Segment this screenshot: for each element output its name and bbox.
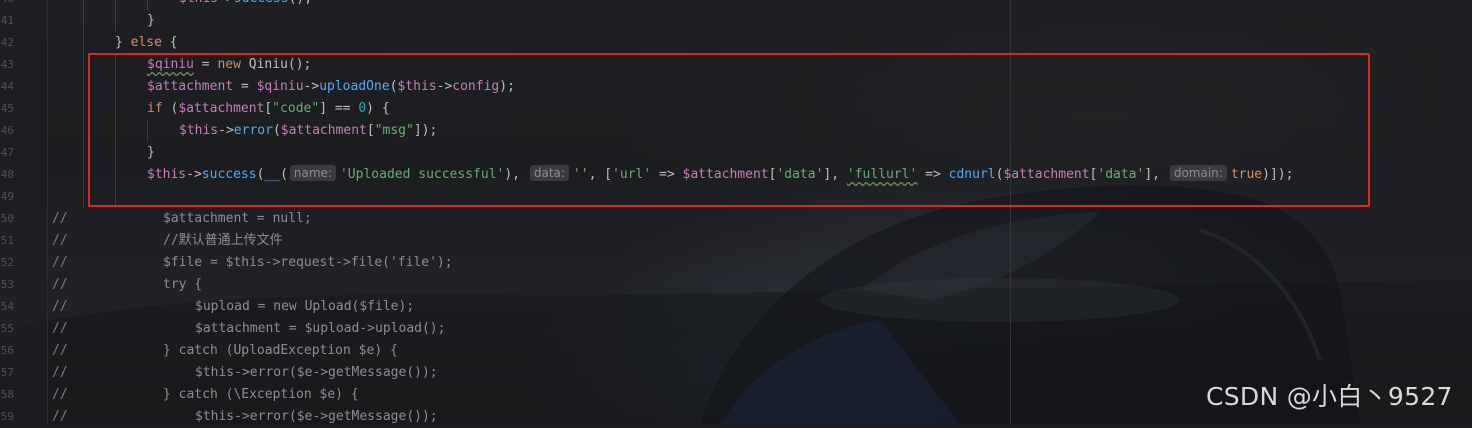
code-line[interactable]: 52 // $file = $this->request->file('file')… xyxy=(0,252,1472,274)
code-token: //默认普通上传文件 xyxy=(163,233,283,248)
code-token: $attachment = $upload->upload(); xyxy=(195,321,446,336)
code-text[interactable]: $upload = new Upload($file); xyxy=(195,296,414,318)
code-text[interactable]: $this->error($e->getMessage()); xyxy=(195,362,438,384)
code-token: try { xyxy=(163,277,203,292)
line-number: 54 xyxy=(0,300,14,313)
indent-guide xyxy=(83,76,84,98)
code-token: { xyxy=(161,35,178,50)
indent-guide xyxy=(83,0,84,10)
code-line[interactable]: 53 // try { xyxy=(0,274,1472,296)
line-number: 53 xyxy=(0,278,14,291)
indent-guide xyxy=(83,98,84,120)
comment-marker: // xyxy=(52,343,68,358)
line-number: 51 xyxy=(0,234,14,247)
indent-guide xyxy=(115,0,116,10)
code-text[interactable]: $this->success(); xyxy=(179,0,312,10)
code-line[interactable]: 51 // //默认普通上传文件 xyxy=(0,230,1472,252)
line-number: 56 xyxy=(0,344,14,357)
code-token: (); xyxy=(289,0,312,6)
code-text[interactable]: } catch (\Exception $e) { xyxy=(163,384,359,406)
code-token: } xyxy=(115,35,131,50)
line-number: 48 xyxy=(0,168,14,181)
line-number: 59 xyxy=(0,410,14,423)
comment-marker: // xyxy=(52,321,68,336)
code-token: } catch (UploadException $e) { xyxy=(163,343,398,358)
code-text[interactable]: $attachment = null; xyxy=(163,208,312,230)
code-token: $attachment = null; xyxy=(163,211,312,226)
code-line[interactable]: 41} xyxy=(0,10,1472,32)
code-line[interactable]: 55 // $attachment = $upload->upload(); xyxy=(0,318,1472,340)
line-number: 40 xyxy=(0,0,14,10)
code-token: } xyxy=(147,13,155,28)
code-token: $this->error($e->getMessage()); xyxy=(195,365,438,380)
code-text[interactable]: } xyxy=(147,10,155,32)
comment-marker: // xyxy=(52,299,68,314)
code-token: $upload = new Upload($file); xyxy=(195,299,415,314)
code-line[interactable]: 40 $this->success(); xyxy=(0,0,1472,10)
comment-marker: // xyxy=(52,387,68,402)
code-token: $this->error($e->getMessage()); xyxy=(195,409,438,424)
indent-guide xyxy=(83,164,84,186)
line-number: 45 xyxy=(0,102,14,115)
line-number: 41 xyxy=(0,14,14,27)
csdn-watermark: CSDN @小白丶9527 xyxy=(1206,382,1453,411)
indent-guide xyxy=(83,10,84,32)
code-text[interactable]: } else { xyxy=(115,32,178,54)
code-token: $file = $this->request->file('file'); xyxy=(163,255,453,270)
line-number: 46 xyxy=(0,124,14,137)
comment-marker: // xyxy=(52,233,68,248)
indent-guide xyxy=(147,0,148,10)
line-number: 55 xyxy=(0,322,14,335)
code-line[interactable]: 54 // $upload = new Upload($file); xyxy=(0,296,1472,318)
indent-guide xyxy=(83,32,84,54)
indent-guide xyxy=(83,186,84,208)
indent-guide xyxy=(83,120,84,142)
indent-guide xyxy=(83,54,84,76)
line-number: 49 xyxy=(0,190,14,203)
code-token: else xyxy=(130,35,162,50)
code-token: -> xyxy=(218,0,234,6)
code-token: } catch (\Exception $e) { xyxy=(163,387,359,402)
line-number: 58 xyxy=(0,388,14,401)
code-text[interactable]: } catch (UploadException $e) { xyxy=(163,340,398,362)
comment-marker: // xyxy=(52,211,68,226)
code-text[interactable]: $file = $this->request->file('file'); xyxy=(163,252,453,274)
line-number: 42 xyxy=(0,36,14,49)
code-line[interactable]: 42} else { xyxy=(0,32,1472,54)
indent-guide xyxy=(83,142,84,164)
line-number: 43 xyxy=(0,58,14,71)
code-line[interactable]: 50 // $attachment = null; xyxy=(0,208,1472,230)
line-number: 44 xyxy=(0,80,14,93)
indent-guide xyxy=(115,10,116,32)
line-number: 52 xyxy=(0,256,14,269)
comment-marker: // xyxy=(52,277,68,292)
code-text[interactable]: $attachment = $upload->upload(); xyxy=(195,318,445,340)
code-text[interactable]: $this->error($e->getMessage()); xyxy=(195,406,438,428)
annotation-highlight-box xyxy=(88,53,1370,207)
comment-marker: // xyxy=(52,255,68,270)
comment-marker: // xyxy=(52,409,68,424)
code-text[interactable]: //默认普通上传文件 xyxy=(163,230,283,252)
code-token: success xyxy=(234,0,289,6)
comment-marker: // xyxy=(52,365,68,380)
line-number: 47 xyxy=(0,146,14,159)
line-number: 57 xyxy=(0,366,14,379)
code-token: $this xyxy=(179,0,218,6)
line-number: 50 xyxy=(0,212,14,225)
code-text[interactable]: try { xyxy=(163,274,202,296)
code-line[interactable]: 56 // } catch (UploadException $e) { xyxy=(0,340,1472,362)
